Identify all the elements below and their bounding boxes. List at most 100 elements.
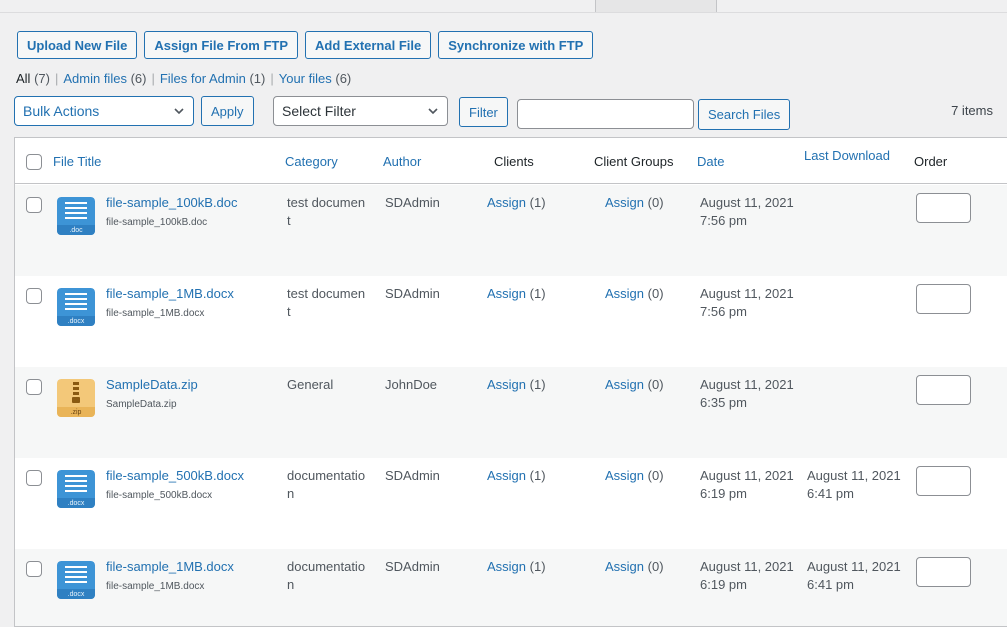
time-value: 7:56 pm: [700, 304, 747, 319]
file-title-link[interactable]: file-sample_500kB.docx: [106, 468, 244, 483]
file-title-link[interactable]: SampleData.zip: [106, 377, 198, 392]
last-download-date: August 11, 2021: [807, 468, 901, 483]
order-input[interactable]: [916, 284, 971, 314]
category-cell: documentation: [287, 559, 366, 592]
synchronize-ftp-button[interactable]: Synchronize with FTP: [438, 31, 594, 59]
table-row: .docx file-sample_500kB.docx file-sample…: [15, 458, 1007, 549]
assign-groups-link[interactable]: Assign: [605, 195, 644, 210]
view-admin-files-count: (6): [130, 71, 147, 86]
clients-count: (1): [529, 286, 546, 301]
row-checkbox[interactable]: [26, 197, 42, 213]
separator: |: [270, 71, 274, 86]
assign-groups-link[interactable]: Assign: [605, 377, 644, 392]
file-actions-toolbar: Upload New File Assign File From FTP Add…: [17, 31, 594, 59]
view-your-files[interactable]: Your files: [279, 71, 332, 86]
order-input[interactable]: [916, 557, 971, 587]
column-category[interactable]: Category: [285, 154, 338, 169]
assign-groups-link[interactable]: Assign: [605, 468, 644, 483]
order-input[interactable]: [916, 193, 971, 223]
table-row: .docx file-sample_1MB.docx file-sample_1…: [15, 549, 1007, 626]
view-admin-files[interactable]: Admin files: [63, 71, 127, 86]
row-checkbox[interactable]: [26, 561, 42, 577]
category-cell: documentation: [287, 468, 366, 501]
column-last-download[interactable]: Last Download: [804, 148, 890, 163]
document-icon: .docx: [57, 288, 95, 326]
assign-groups-link[interactable]: Assign: [605, 559, 644, 574]
order-input[interactable]: [916, 375, 971, 405]
view-files-for-admin[interactable]: Files for Admin: [160, 71, 246, 86]
file-title-link[interactable]: file-sample_1MB.docx: [106, 286, 234, 301]
document-icon: .docx: [57, 561, 95, 599]
search-input[interactable]: [517, 99, 694, 129]
add-external-file-button[interactable]: Add External File: [305, 31, 432, 59]
separator: |: [151, 71, 155, 86]
client-groups-cell: Assign (0): [605, 376, 664, 394]
file-name: file-sample_100kB.doc: [106, 217, 208, 228]
groups-count: (0): [647, 377, 664, 392]
groups-count: (0): [647, 559, 664, 574]
filter-select[interactable]: Select Filter: [273, 96, 448, 126]
client-groups-cell: Assign (0): [605, 285, 664, 303]
filter-button[interactable]: Filter: [459, 97, 508, 127]
file-title-link[interactable]: file-sample_1MB.docx: [106, 559, 234, 574]
apply-button[interactable]: Apply: [201, 96, 254, 126]
date-cell: August 11, 2021 7:56 pm: [700, 194, 794, 230]
view-all-count: (7): [34, 71, 50, 86]
clients-count: (1): [529, 377, 546, 392]
last-download-time: 6:41 pm: [807, 486, 854, 501]
column-author[interactable]: Author: [383, 154, 421, 169]
column-date[interactable]: Date: [697, 154, 724, 169]
time-value: 7:56 pm: [700, 213, 747, 228]
search-files-button[interactable]: Search Files: [698, 99, 791, 130]
category-cell: test document: [287, 195, 366, 228]
assign-clients-link[interactable]: Assign: [487, 559, 526, 574]
top-divider: [0, 12, 1007, 13]
table-row: .docx file-sample_1MB.docx file-sample_1…: [15, 276, 1007, 367]
assign-clients-link[interactable]: Assign: [487, 286, 526, 301]
file-name: file-sample_500kB.docx: [106, 490, 213, 501]
view-all[interactable]: All: [16, 71, 30, 86]
date-cell: August 11, 2021 6:35 pm: [700, 376, 794, 412]
row-checkbox[interactable]: [26, 379, 42, 395]
filter-select-value: Select Filter: [282, 103, 356, 119]
view-files-for-admin-count: (1): [249, 71, 266, 86]
date-value: August 11, 2021: [700, 468, 794, 483]
clients-cell: Assign (1): [487, 558, 546, 576]
row-checkbox[interactable]: [26, 288, 42, 304]
row-checkbox[interactable]: [26, 470, 42, 486]
upload-new-file-button[interactable]: Upload New File: [17, 31, 138, 59]
client-groups-cell: Assign (0): [605, 558, 664, 576]
groups-count: (0): [647, 195, 664, 210]
document-icon: .doc: [57, 197, 95, 235]
files-table: File Title Category Author Clients Clien…: [14, 137, 1007, 627]
date-value: August 11, 2021: [700, 377, 794, 392]
assign-clients-link[interactable]: Assign: [487, 377, 526, 392]
date-cell: August 11, 2021 7:56 pm: [700, 285, 794, 321]
author-cell: SDAdmin: [385, 468, 440, 483]
last-download-cell: August 11, 2021 6:41 pm: [807, 467, 901, 503]
date-cell: August 11, 2021 6:19 pm: [700, 558, 794, 594]
assign-file-from-ftp-button[interactable]: Assign File From FTP: [144, 31, 299, 59]
assign-groups-link[interactable]: Assign: [605, 286, 644, 301]
file-title-link[interactable]: file-sample_100kB.doc: [106, 195, 238, 210]
assign-clients-link[interactable]: Assign: [487, 195, 526, 210]
column-file-title[interactable]: File Title: [53, 154, 101, 169]
column-order: Order: [914, 154, 948, 169]
column-client-groups: Client Groups: [594, 154, 674, 169]
bulk-actions-select[interactable]: Bulk Actions: [14, 96, 194, 126]
select-all-checkbox[interactable]: [26, 154, 42, 170]
author-cell: SDAdmin: [385, 286, 440, 301]
category-cell: General: [287, 377, 334, 392]
view-filters: All (7) | Admin files (6) | Files for Admin …: [16, 71, 351, 86]
order-input[interactable]: [916, 466, 971, 496]
bulk-actions-value: Bulk Actions: [23, 103, 100, 119]
last-download-date: August 11, 2021: [807, 559, 901, 574]
chevron-down-icon: [174, 108, 184, 115]
column-clients: Clients: [494, 154, 534, 169]
view-your-files-count: (6): [335, 71, 352, 86]
table-header: File Title Category Author Clients Clien…: [15, 138, 1007, 184]
file-extension-label: .docx: [67, 500, 85, 507]
assign-clients-link[interactable]: Assign: [487, 468, 526, 483]
file-extension-label: .docx: [67, 318, 85, 325]
separator: |: [54, 71, 59, 86]
